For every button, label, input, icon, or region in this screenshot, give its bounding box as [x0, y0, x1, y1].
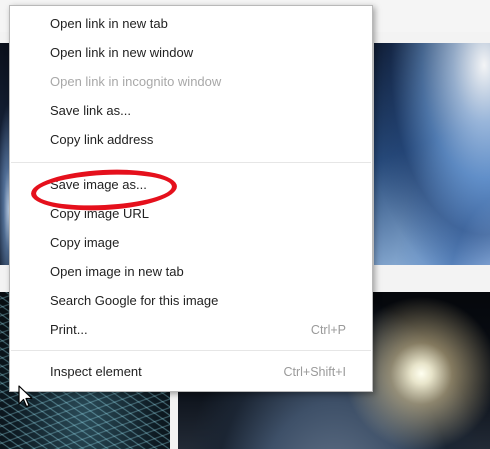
mouse-cursor-icon [18, 385, 33, 408]
menu-item-save-link-as[interactable]: Save link as... [10, 97, 372, 125]
menu-item-label: Print... [50, 322, 88, 337]
menu-item-label: Open link in new tab [50, 16, 168, 31]
menu-item-open-link-new-window[interactable]: Open link in new window [10, 39, 372, 67]
menu-item-label: Open image in new tab [50, 264, 184, 279]
menu-item-label: Save link as... [50, 103, 131, 118]
menu-separator [11, 350, 371, 351]
image-thumbnail-earth-horizon[interactable] [374, 43, 490, 265]
menu-item-shortcut: Ctrl+P [310, 323, 346, 337]
menu-item-inspect-element[interactable]: Inspect element Ctrl+Shift+I [10, 358, 372, 386]
menu-separator [11, 162, 371, 163]
menu-item-search-google-image[interactable]: Search Google for this image [10, 287, 372, 315]
menu-item-copy-image[interactable]: Copy image [10, 229, 372, 257]
menu-item-label: Copy image [50, 235, 120, 250]
menu-item-label: Copy link address [50, 132, 154, 147]
menu-item-label: Open link in new window [50, 45, 194, 60]
menu-item-copy-link-address[interactable]: Copy link address [10, 126, 372, 154]
menu-item-label: Open link in incognito window [50, 74, 222, 89]
menu-item-label: Inspect element [50, 364, 142, 379]
menu-item-open-link-new-tab[interactable]: Open link in new tab [10, 10, 372, 38]
menu-item-label: Search Google for this image [50, 293, 219, 308]
menu-item-shortcut: Ctrl+Shift+I [283, 365, 346, 379]
menu-item-open-image-new-tab[interactable]: Open image in new tab [10, 258, 372, 286]
menu-item-print[interactable]: Print... Ctrl+P [10, 316, 372, 344]
menu-item-open-link-incognito: Open link in incognito window [10, 68, 372, 96]
